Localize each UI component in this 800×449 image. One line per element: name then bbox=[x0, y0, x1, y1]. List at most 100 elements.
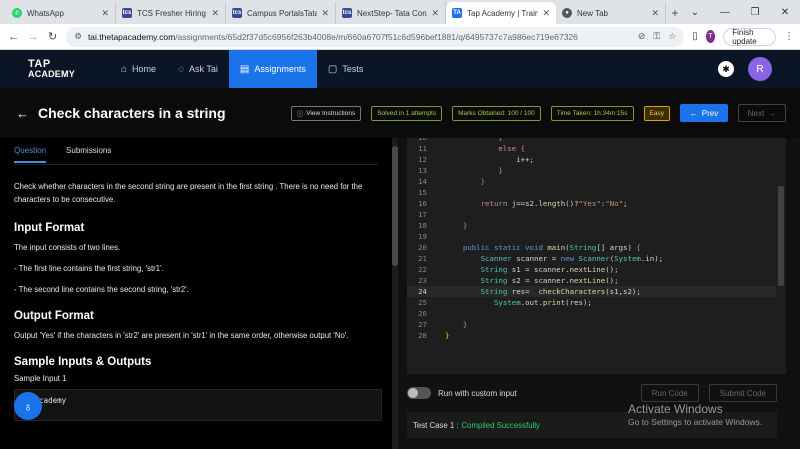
url-site: tai.thetapacademy.com bbox=[87, 31, 176, 42]
whatsapp-icon: ✆ bbox=[12, 8, 22, 18]
bookmark-star-icon[interactable]: ☆ bbox=[668, 31, 676, 42]
nav-label: Assignments bbox=[254, 64, 306, 74]
close-icon[interactable]: ✕ bbox=[101, 8, 109, 19]
info-icon: ⓘ bbox=[296, 111, 304, 118]
editor-scroll-thumb[interactable] bbox=[778, 186, 784, 286]
logo-line2: ACADEMY bbox=[28, 69, 75, 79]
nav-ask-tai[interactable]: ◌ Ask Tai bbox=[167, 50, 229, 88]
difficulty-badge: Easy bbox=[643, 105, 670, 121]
next-button[interactable]: Next → bbox=[738, 104, 786, 122]
app-navbar: TAP ACADEMY ⌂ Home ◌ Ask Tai ▤ Assignmen… bbox=[0, 50, 800, 88]
back-icon[interactable]: ← bbox=[6, 28, 21, 46]
code-line: 23 String s2 = scanner.nextLine(); bbox=[407, 275, 776, 286]
run-controls: Run with custom input Run Code Submit Co… bbox=[407, 382, 777, 404]
tab-submissions[interactable]: Submissions bbox=[66, 146, 111, 163]
nav-assignments[interactable]: ▤ Assignments bbox=[228, 50, 317, 88]
test-case-status: Compiled Successfully bbox=[461, 420, 540, 430]
line-number: 13 bbox=[418, 166, 427, 175]
time-badge: Time Taken: 1h:34m:15s bbox=[550, 105, 634, 121]
line-number: 28 bbox=[418, 331, 427, 340]
bug-report-icon[interactable]: ✱ bbox=[718, 61, 734, 77]
tab-label: NextStep- Tata Consu bbox=[357, 8, 428, 18]
custom-input-toggle[interactable] bbox=[407, 387, 431, 399]
reload-icon[interactable]: ↻ bbox=[45, 28, 60, 46]
camera-off-icon[interactable]: ⊘ bbox=[638, 31, 646, 42]
close-icon[interactable]: ✕ bbox=[431, 8, 439, 19]
url-input[interactable]: ⚙ tai.thetapacademy.com/assignments/65d2… bbox=[66, 26, 685, 47]
marks-badge: Marks Obtained: 100 / 100 bbox=[452, 105, 541, 121]
line-number: 16 bbox=[418, 199, 427, 208]
back-arrow-icon[interactable]: ← bbox=[16, 106, 30, 121]
window-controls: ⌄ — ❐ ✕ bbox=[680, 0, 800, 24]
close-icon[interactable]: ✕ bbox=[651, 8, 659, 19]
code-editor[interactable]: 10 } 11 else { 12 i++; 13 } 14 } 15 16 r… bbox=[407, 138, 776, 374]
tcs-icon: tcs bbox=[122, 8, 132, 18]
sample-heading: Sample Inputs & Outputs bbox=[14, 356, 152, 368]
line-number: 12 bbox=[418, 155, 427, 164]
submit-code-button[interactable]: Submit Code bbox=[708, 384, 777, 402]
browser-tab-campus-portal[interactable]: tcs Campus PortalsTata C ✕ bbox=[226, 2, 336, 24]
arrow-left-icon: ← bbox=[689, 108, 698, 118]
tab-question[interactable]: Question bbox=[14, 146, 47, 163]
line-number: 22 bbox=[418, 265, 427, 274]
tab-divider bbox=[14, 164, 378, 165]
run-code-button[interactable]: Run Code bbox=[640, 384, 699, 402]
code-line: 11 else { bbox=[407, 143, 776, 154]
site-info-icon[interactable]: ⚙ bbox=[74, 31, 82, 42]
question-description: Check whether characters in the second s… bbox=[14, 182, 363, 204]
browser-tab-new-tab[interactable]: ● New Tab ✕ bbox=[556, 2, 666, 24]
code-line: 19 bbox=[407, 231, 776, 242]
code-line: 27 } bbox=[407, 319, 776, 330]
user-avatar[interactable]: R bbox=[748, 57, 772, 81]
browser-tab-nextstep[interactable]: tcs NextStep- Tata Consu ✕ bbox=[336, 2, 446, 24]
close-icon[interactable]: ✕ bbox=[542, 8, 550, 19]
chrome-icon: ● bbox=[562, 8, 572, 18]
solved-badge: Solved in 1 attempts bbox=[371, 105, 443, 121]
line-number: 15 bbox=[418, 188, 427, 197]
forward-icon[interactable]: → bbox=[25, 28, 40, 46]
line-number: 24 bbox=[418, 287, 427, 296]
url-path: /assignments/65d2f37d5c6956f263b4008e/m/… bbox=[175, 31, 578, 42]
sample-line-2: Tap bbox=[21, 407, 375, 420]
nav-label: Tests bbox=[342, 64, 364, 74]
password-key-icon[interactable]: ⚿ bbox=[653, 31, 660, 42]
tab-label: New Tab bbox=[577, 8, 608, 18]
code-line: 17 bbox=[407, 209, 776, 220]
code-line: 25 System.out.print(res); bbox=[407, 297, 776, 308]
address-bar: ← → ↻ ⚙ tai.thetapacademy.com/assignment… bbox=[0, 24, 800, 50]
line-number: 20 bbox=[418, 243, 427, 252]
profile-avatar[interactable]: T bbox=[705, 30, 716, 43]
close-window-icon[interactable]: ✕ bbox=[770, 0, 800, 24]
restore-icon[interactable]: ❐ bbox=[740, 0, 770, 24]
close-icon[interactable]: ✕ bbox=[211, 8, 219, 19]
input-paragraph-2: - The first line contains the first stri… bbox=[14, 264, 164, 273]
sample-input-box[interactable]: TapAcademy Tap bbox=[14, 389, 382, 421]
nav-tests[interactable]: ▢ Tests bbox=[317, 50, 374, 88]
output-paragraph: Output 'Yes' if the characters in 'str2'… bbox=[14, 331, 349, 340]
more-menu-icon[interactable]: ⋮ bbox=[784, 31, 794, 42]
view-instructions-button[interactable]: ⓘ View Instructions bbox=[290, 105, 362, 121]
question-header: ← Check characters in a string ⓘ View In… bbox=[0, 88, 800, 138]
nav-home[interactable]: ⌂ Home bbox=[110, 50, 167, 88]
code-line: 16 return j==s2.length()?"Yes":"No"; bbox=[407, 198, 776, 209]
minimize-icon[interactable]: — bbox=[710, 0, 740, 24]
editor-scrollbar[interactable] bbox=[776, 138, 786, 374]
finish-update-button[interactable]: Finish update bbox=[723, 27, 776, 46]
chevron-down-icon[interactable]: ⌄ bbox=[680, 0, 710, 24]
side-panel-icon[interactable]: ▯ bbox=[692, 31, 698, 42]
line-number: 23 bbox=[418, 276, 427, 285]
sample-input-label: Sample Input 1 bbox=[14, 374, 67, 383]
line-number: 26 bbox=[418, 309, 427, 318]
code-line: 28} bbox=[407, 330, 776, 341]
browser-tab-tcs-hiring[interactable]: tcs TCS Fresher Hiring N ✕ bbox=[116, 2, 226, 24]
code-line-current: 24 String res= checkCharacters(s1,s2); bbox=[407, 286, 776, 297]
prev-button[interactable]: ← Prev bbox=[680, 104, 728, 122]
close-icon[interactable]: ✕ bbox=[321, 8, 329, 19]
browser-tab-whatsapp[interactable]: ✆ WhatsApp ✕ bbox=[6, 2, 116, 24]
browser-tab-tap-academy[interactable]: TA Tap Academy | Trainin ✕ bbox=[446, 2, 556, 24]
code-line: 18 } bbox=[407, 220, 776, 231]
logo-line1: TAP bbox=[28, 58, 51, 70]
line-number: 14 bbox=[418, 177, 427, 186]
lightbulb-hint-icon[interactable]: ♁ bbox=[14, 392, 42, 420]
tap-academy-logo[interactable]: TAP ACADEMY bbox=[28, 55, 88, 83]
